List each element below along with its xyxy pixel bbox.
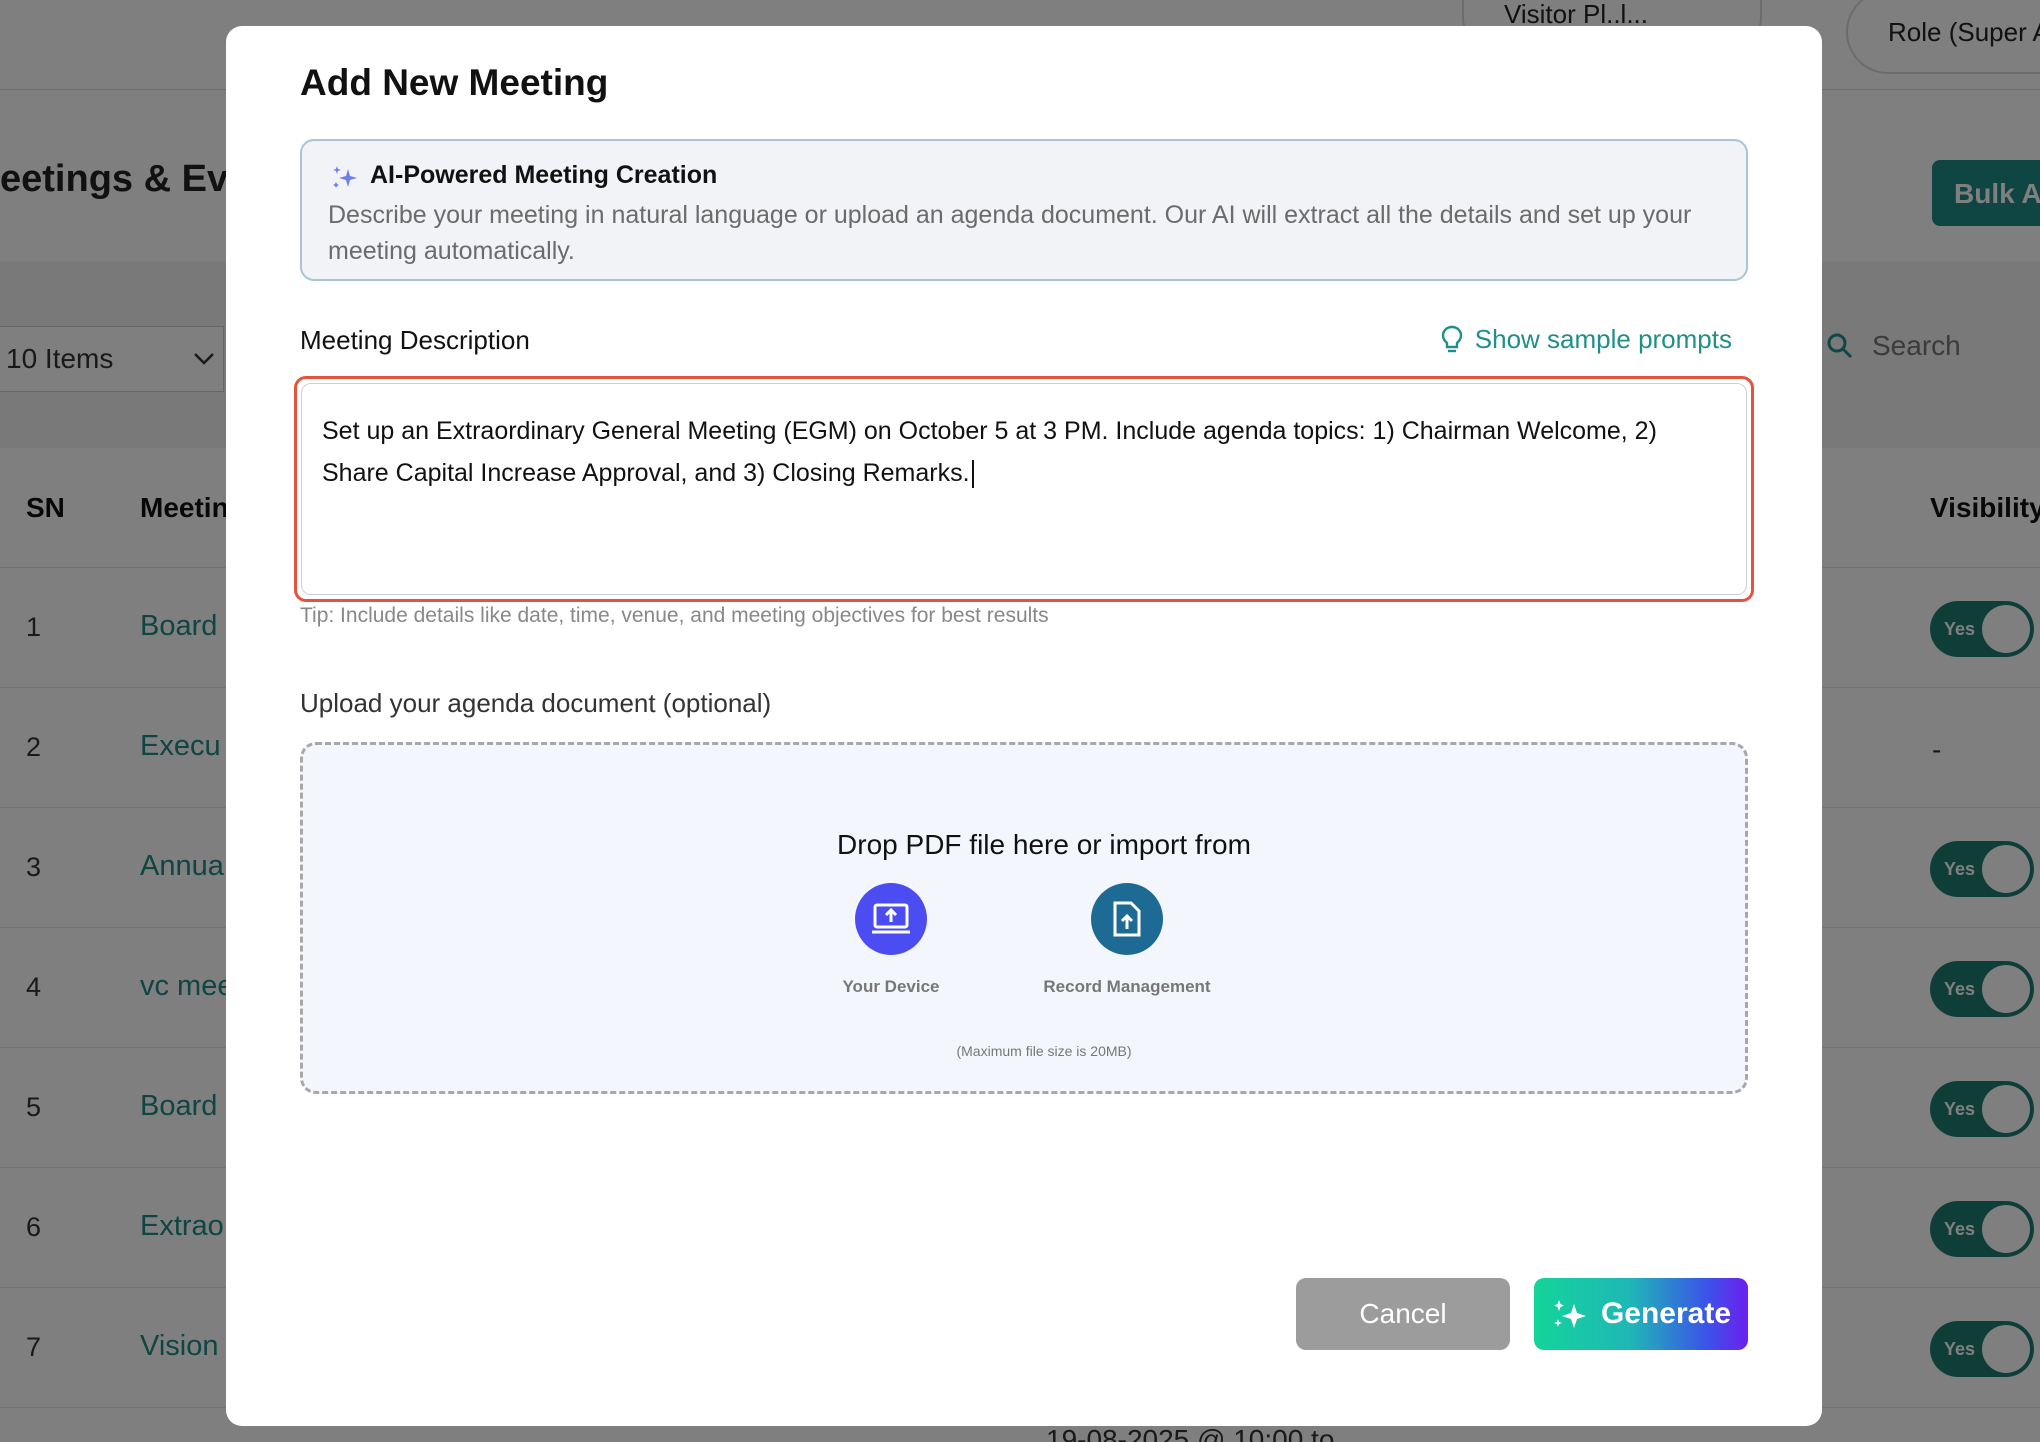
generate-button[interactable]: Generate (1534, 1278, 1748, 1350)
meeting-description-label: Meeting Description (300, 325, 530, 355)
description-text: Set up an Extraordinary General Meeting … (322, 417, 1657, 487)
lightbulb-icon (1441, 325, 1462, 352)
import-from-device-button[interactable]: Your Device (761, 883, 1021, 997)
add-meeting-modal: Add New Meeting AI-Powered Meeting Creat… (226, 26, 1822, 1426)
upload-label: Upload your agenda document (optional) (300, 688, 772, 718)
text-caret (971, 460, 974, 489)
generate-label: Generate (1600, 1297, 1732, 1330)
ai-heading: AI-Powered Meeting Creation (370, 161, 718, 189)
device-label: Your Device (842, 977, 940, 996)
import-from-records-button[interactable]: Record Management (997, 883, 1257, 997)
monitor-upload-icon (855, 883, 927, 955)
cancel-button[interactable]: Cancel (1296, 1278, 1510, 1350)
description-highlight: Set up an Extraordinary General Meeting … (294, 376, 1754, 602)
cancel-label: Cancel (1359, 1298, 1447, 1329)
sparkle-icon (333, 166, 357, 188)
records-label: Record Management (1043, 977, 1211, 996)
dropzone-title: Drop PDF file here or import from (837, 829, 1251, 860)
show-sample-prompts-link[interactable]: Show sample prompts (1441, 324, 1732, 355)
modal-title: Add New Meeting (300, 62, 609, 103)
sample-prompts-label: Show sample prompts (1474, 324, 1732, 354)
ai-description: Describe your meeting in natural languag… (328, 201, 1692, 265)
max-file-size-note: (Maximum file size is 20MB) (956, 1043, 1132, 1059)
file-upload-icon (1091, 883, 1163, 955)
meeting-description-textarea[interactable]: Set up an Extraordinary General Meeting … (301, 383, 1747, 595)
file-dropzone[interactable]: Drop PDF file here or import from Your D… (300, 742, 1748, 1094)
ai-info-box: AI-Powered Meeting Creation Describe you… (300, 139, 1748, 281)
description-tip: Tip: Include details like date, time, ve… (300, 604, 1049, 627)
sparkle-icon (1553, 1300, 1586, 1328)
